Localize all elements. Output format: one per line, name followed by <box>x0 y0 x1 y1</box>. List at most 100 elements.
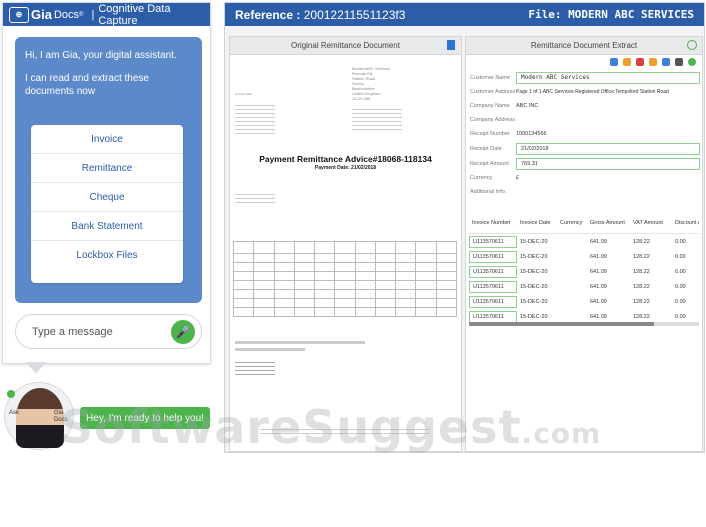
field-row: Receipt Date 21/02/2018 <box>470 141 700 156</box>
watermark: SoftwareSuggest.com <box>60 400 700 454</box>
account-details-block <box>235 102 275 136</box>
delete-icon[interactable] <box>636 57 644 66</box>
contact-details-block <box>352 106 402 130</box>
approve-icon[interactable] <box>688 57 696 66</box>
extract-pane-header: Remittance Document Extract <box>466 37 702 55</box>
export-icon[interactable] <box>675 57 683 66</box>
document-icon[interactable] <box>447 40 455 50</box>
document-date: 21 Feb 2016 <box>235 92 252 96</box>
receipt-amount-field[interactable]: 769.31 <box>516 157 700 170</box>
menu-item-remittance[interactable]: Remittance <box>31 154 183 183</box>
forward-icon[interactable] <box>649 57 657 66</box>
field-label: Customer Name <box>470 74 511 81</box>
extract-pane: Remittance Document Extract Customer Nam… <box>465 36 703 452</box>
receipt-date-field[interactable]: 21/02/2018 <box>516 142 700 155</box>
field-label: Receipt Date <box>470 145 502 152</box>
column-header[interactable]: Invoice Number <box>469 220 517 226</box>
product-name: Cognitive Data Capture <box>98 2 171 27</box>
file-info: File: MODERN ABC SERVICES <box>528 8 694 21</box>
invoice-number-cell[interactable]: U113570611 <box>469 310 517 323</box>
field-row: Customer Name Modern ABC Services <box>470 70 700 85</box>
document-type-menu: Invoice Remittance Cheque Bank Statement… <box>31 125 183 283</box>
discount-cell: 0.00 <box>675 298 686 305</box>
field-row: Currency £ <box>470 171 700 185</box>
column-header[interactable]: VAT Amount <box>630 220 672 226</box>
panel-pointer <box>26 362 46 374</box>
note-line <box>235 348 305 351</box>
invoice-number-cell[interactable]: U113570611 <box>469 235 517 248</box>
column-header[interactable]: Gross Amount <box>587 220 630 226</box>
menu-item-lockbox-files[interactable]: Lockbox Files <box>31 241 183 270</box>
file-value: MODERN ABC SERVICES <box>568 8 694 21</box>
customer-name-field[interactable]: Modern ABC Services <box>516 71 700 84</box>
menu-item-cheque[interactable]: Cheque <box>31 183 183 212</box>
field-row: Customer Address Page 1 of 1 ABC Service… <box>470 85 700 99</box>
invoice-number-cell[interactable]: U113570611 <box>469 295 517 308</box>
invoice-grid: Invoice Number Invoice Date Currency Gro… <box>469 212 699 324</box>
table-row[interactable]: U113570611 15-DEC-20 641.09 128.22 0.00 <box>469 294 699 309</box>
field-row: Company Address <box>470 113 700 127</box>
vat-amount-cell: 128.22 <box>633 253 650 260</box>
discount-cell: 0.00 <box>675 253 686 260</box>
main-header: Reference : 20012211551123f3 File: MODER… <box>225 3 704 26</box>
table-row[interactable]: U113570611 15-DEC-20 641.09 128.22 0.00 <box>469 264 699 279</box>
invoice-date-cell: 15-DEC-20 <box>520 253 548 260</box>
microphone-icon[interactable]: 🎤 <box>171 320 195 344</box>
field-row: Receipt Amount 769.31 <box>470 156 700 171</box>
globe-icon: ⊕ <box>9 6 29 23</box>
field-row: Company Name ABC INC <box>470 99 700 113</box>
column-header[interactable]: Invoice Date <box>517 220 557 226</box>
ask-label: Ask <box>9 410 20 416</box>
save-icon[interactable] <box>662 57 670 66</box>
invoice-number-cell[interactable]: U113570611 <box>469 265 517 278</box>
watermark-text: SoftwareSuggest <box>60 400 522 454</box>
menu-item-invoice[interactable]: Invoice <box>31 125 183 154</box>
chat-header: ⊕ Gia Docs ® | Cognitive Data Capture <box>3 2 210 27</box>
field-row: Receipt Number 1000134566 <box>470 127 700 141</box>
company-line: GC15 456 <box>352 96 371 101</box>
receipt-number-field[interactable]: 1000134566 <box>516 131 700 137</box>
column-header[interactable]: Discount A <box>672 220 699 226</box>
field-label: Receipt Number <box>470 131 510 137</box>
zoom-icon[interactable] <box>623 57 631 66</box>
gross-amount-cell: 641.09 <box>590 238 607 245</box>
reference-label: Reference : <box>235 7 301 22</box>
customer-address-field[interactable]: Page 1 of 1 ABC Services-Registered Offi… <box>516 89 700 95</box>
totals-block <box>235 359 275 375</box>
column-header[interactable]: Currency <box>557 220 587 226</box>
invoice-number-cell[interactable]: U113570611 <box>469 250 517 263</box>
company-block: ModernABC Services Remote Rd. Station Ro… <box>352 66 390 101</box>
field-label: Company Address <box>470 117 515 123</box>
field-label: Receipt Amount <box>470 160 509 167</box>
document-subtitle: Payment Date: 21/02/2018 <box>314 165 377 171</box>
field-label: Currency <box>470 175 493 181</box>
gross-amount-cell: 641.09 <box>590 268 607 275</box>
menu-item-bank-statement[interactable]: Bank Statement <box>31 212 183 241</box>
field-row: Additional Info. <box>470 185 700 199</box>
message-input-placeholder: Type a message <box>32 325 113 338</box>
table-row[interactable]: U113570611 15-DEC-20 641.09 128.22 0.00 <box>469 249 699 264</box>
currency-field[interactable]: £ <box>516 175 700 181</box>
note-line <box>235 341 365 344</box>
gross-amount-cell: 641.09 <box>590 298 607 305</box>
header-separator: | <box>91 8 95 21</box>
brand-registered-mark: ® <box>79 11 84 18</box>
scrollbar-thumb[interactable] <box>469 322 654 326</box>
original-document-pane: Original Remittance Document ModernABC S… <box>229 36 462 452</box>
gia-docs-logo: ⊕ Gia Docs ® <box>9 6 84 23</box>
reference: Reference : 20012211551123f3 <box>235 8 405 22</box>
invoice-number-cell[interactable]: U113570611 <box>469 280 517 293</box>
field-label: Customer Address <box>470 89 516 95</box>
chat-panel: ⊕ Gia Docs ® | Cognitive Data Capture Hi,… <box>2 2 211 364</box>
original-pane-header: Original Remittance Document <box>230 37 461 55</box>
gross-amount-cell: 641.09 <box>590 283 607 290</box>
check-circle-icon <box>687 40 697 50</box>
vat-amount-cell: 128.22 <box>633 268 650 275</box>
search-icon[interactable] <box>610 57 618 66</box>
original-pane-title: Original Remittance Document <box>291 41 400 50</box>
company-name-field[interactable]: ABC INC <box>516 103 700 109</box>
file-label: File: <box>528 8 562 21</box>
table-row[interactable]: U113570611 15-DEC-20 641.09 128.22 0.00 <box>469 279 699 294</box>
table-row[interactable]: U113570611 15-DEC-20 641.09 128.22 0.00 <box>469 234 699 249</box>
vat-amount-cell: 128.22 <box>633 313 650 320</box>
